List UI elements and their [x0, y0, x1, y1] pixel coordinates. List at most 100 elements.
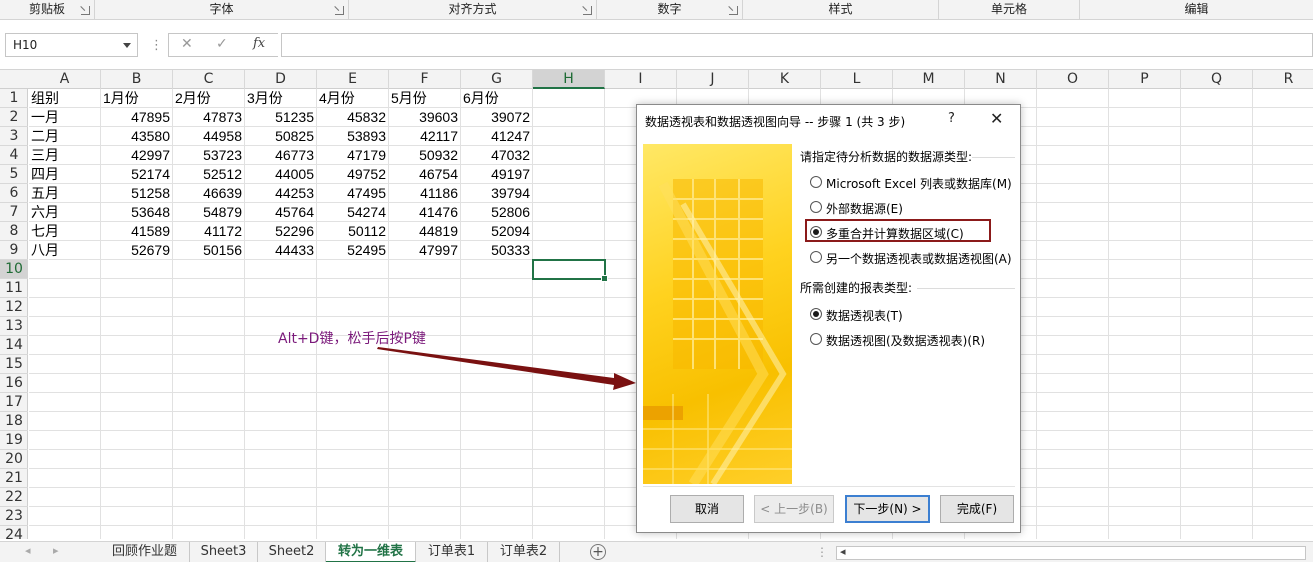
table-cell[interactable]: 46773	[245, 146, 317, 165]
row-header[interactable]: 22	[0, 488, 28, 507]
table-cell[interactable]: 52679	[101, 241, 173, 260]
table-cell[interactable]: 41186	[389, 184, 461, 203]
table-cell[interactable]: 47495	[317, 184, 389, 203]
dialog-launcher-icon[interactable]	[729, 6, 738, 15]
table-cell[interactable]: 39603	[389, 108, 461, 127]
sheet-tab[interactable]: Sheet3	[190, 542, 258, 562]
table-header-cell[interactable]: 组别	[29, 89, 101, 108]
formula-input[interactable]	[281, 33, 1313, 57]
scroll-left-icon[interactable]: ◂	[840, 545, 846, 558]
table-cell[interactable]: 44958	[173, 127, 245, 146]
column-header[interactable]: K	[749, 70, 821, 89]
table-cell[interactable]: 41172	[173, 222, 245, 241]
table-cell[interactable]: 41589	[101, 222, 173, 241]
sheet-tab[interactable]: Sheet2	[258, 542, 326, 562]
table-cell[interactable]: 54879	[173, 203, 245, 222]
table-cell[interactable]: 44819	[389, 222, 461, 241]
next-sheet-icon[interactable]: ▸	[53, 544, 59, 557]
table-cell[interactable]: 八月	[29, 241, 101, 260]
chevron-down-icon[interactable]	[123, 43, 131, 48]
table-cell[interactable]: 45832	[317, 108, 389, 127]
table-cell[interactable]: 50333	[461, 241, 533, 260]
row-header[interactable]: 23	[0, 507, 28, 526]
column-header[interactable]: D	[245, 70, 317, 89]
radio-icon[interactable]	[810, 251, 822, 263]
close-icon[interactable]: ✕	[990, 109, 1003, 128]
table-cell[interactable]: 41247	[461, 127, 533, 146]
table-cell[interactable]: 53648	[101, 203, 173, 222]
sheet-tab[interactable]: 回顾作业题	[100, 542, 190, 562]
column-header[interactable]: G	[461, 70, 533, 89]
table-cell[interactable]: 51258	[101, 184, 173, 203]
table-cell[interactable]: 47895	[101, 108, 173, 127]
table-cell[interactable]: 52174	[101, 165, 173, 184]
radio-selected-icon[interactable]	[810, 308, 822, 320]
row-header[interactable]: 6	[0, 184, 28, 203]
enter-icon[interactable]: ✓	[216, 36, 228, 52]
table-cell[interactable]: 49752	[317, 165, 389, 184]
table-cell[interactable]: 50932	[389, 146, 461, 165]
column-header[interactable]: R	[1253, 70, 1313, 89]
next-button[interactable]: 下一步(N) >	[845, 495, 930, 523]
row-header[interactable]: 21	[0, 469, 28, 488]
table-cell[interactable]: 50825	[245, 127, 317, 146]
table-cell[interactable]: 42117	[389, 127, 461, 146]
table-cell[interactable]: 44005	[245, 165, 317, 184]
column-header[interactable]: N	[965, 70, 1037, 89]
table-cell[interactable]: 46754	[389, 165, 461, 184]
sheet-tab[interactable]: 订单表1	[416, 542, 488, 562]
cancel-button[interactable]: 取消	[670, 495, 744, 523]
table-cell[interactable]: 41476	[389, 203, 461, 222]
back-button[interactable]: < 上一步(B)	[754, 495, 834, 523]
column-header[interactable]: O	[1037, 70, 1109, 89]
table-cell[interactable]: 50156	[173, 241, 245, 260]
sheet-tab[interactable]: 订单表2	[488, 542, 560, 562]
insert-function-icon[interactable]: fx	[253, 36, 265, 51]
column-header[interactable]: C	[173, 70, 245, 89]
add-sheet-icon[interactable]: +	[590, 544, 606, 560]
row-header[interactable]: 16	[0, 374, 28, 393]
help-icon[interactable]: ?	[948, 111, 955, 126]
column-header[interactable]: A	[29, 70, 101, 89]
table-cell[interactable]: 47179	[317, 146, 389, 165]
table-cell[interactable]: 45764	[245, 203, 317, 222]
table-cell[interactable]: 50112	[317, 222, 389, 241]
table-header-cell[interactable]: 2月份	[173, 89, 245, 108]
table-cell[interactable]: 42997	[101, 146, 173, 165]
horizontal-scrollbar[interactable]: ◂	[836, 545, 1306, 560]
active-cell-cursor[interactable]	[532, 259, 608, 282]
column-header[interactable]: L	[821, 70, 893, 89]
table-header-cell[interactable]: 3月份	[245, 89, 317, 108]
row-header[interactable]: 18	[0, 412, 28, 431]
row-header[interactable]: 13	[0, 317, 28, 336]
column-header[interactable]: I	[605, 70, 677, 89]
row-header[interactable]: 20	[0, 450, 28, 469]
table-cell[interactable]: 51235	[245, 108, 317, 127]
table-header-cell[interactable]: 4月份	[317, 89, 389, 108]
column-header[interactable]: B	[101, 70, 173, 89]
sheet-tab-active[interactable]: 转为一维表	[326, 542, 416, 562]
formula-bar-splitter[interactable]: ⋮	[150, 38, 163, 53]
row-header[interactable]: 19	[0, 431, 28, 450]
radio-icon[interactable]	[810, 176, 822, 188]
row-header[interactable]: 7	[0, 203, 28, 222]
table-header-cell[interactable]: 5月份	[389, 89, 461, 108]
row-header[interactable]: 1	[0, 89, 28, 108]
row-header[interactable]: 15	[0, 355, 28, 374]
column-header[interactable]: J	[677, 70, 749, 89]
table-cell[interactable]: 44253	[245, 184, 317, 203]
column-header[interactable]: P	[1109, 70, 1181, 89]
row-header[interactable]: 2	[0, 108, 28, 127]
table-cell[interactable]: 54274	[317, 203, 389, 222]
table-cell[interactable]: 五月	[29, 184, 101, 203]
table-cell[interactable]: 四月	[29, 165, 101, 184]
table-cell[interactable]: 47032	[461, 146, 533, 165]
row-header[interactable]: 4	[0, 146, 28, 165]
cancel-icon[interactable]: ✕	[181, 36, 193, 52]
table-cell[interactable]: 一月	[29, 108, 101, 127]
dialog-launcher-icon[interactable]	[81, 6, 90, 15]
table-cell[interactable]: 七月	[29, 222, 101, 241]
table-cell[interactable]: 52296	[245, 222, 317, 241]
column-header[interactable]: H	[533, 70, 605, 89]
table-cell[interactable]: 六月	[29, 203, 101, 222]
